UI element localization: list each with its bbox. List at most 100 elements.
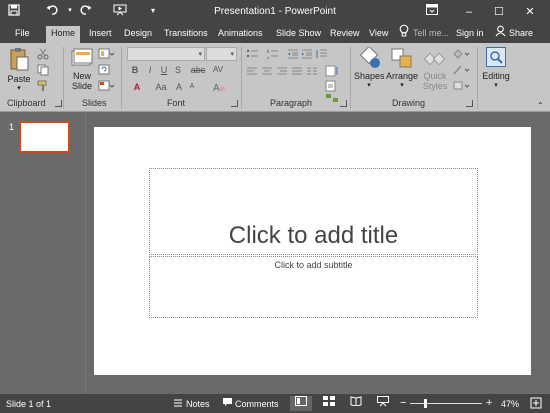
tab-design[interactable]: Design [124, 26, 152, 43]
arrange-button[interactable]: Arrange ▾ [386, 47, 418, 91]
slide-sorter-icon[interactable] [318, 396, 340, 411]
reading-view-icon[interactable] [345, 396, 367, 411]
undo-dropdown-icon[interactable]: ▾ [62, 4, 78, 18]
lightbulb-icon[interactable] [399, 24, 409, 41]
align-text-icon[interactable] [325, 80, 339, 94]
close-button[interactable]: ✕ [516, 3, 544, 21]
slide-thumbnail[interactable] [19, 121, 70, 153]
copy-icon[interactable] [37, 64, 51, 78]
zoom-level[interactable]: 47% [501, 399, 519, 409]
share-button[interactable]: Share [509, 26, 533, 43]
bullets-icon[interactable] [246, 49, 262, 61]
ribbon-display-icon[interactable] [418, 3, 446, 21]
title-placeholder[interactable]: Click to add title [149, 168, 478, 255]
comments-button[interactable]: Comments [235, 399, 279, 409]
maximize-button[interactable]: ☐ [485, 3, 513, 21]
zoom-slider-thumb[interactable] [424, 399, 427, 408]
paragraph-launcher-icon[interactable] [340, 100, 347, 107]
subtitle-placeholder[interactable]: Click to add subtitle [149, 256, 478, 318]
numbering-icon[interactable] [266, 49, 282, 61]
new-slide-button[interactable]: New Slide [68, 47, 96, 91]
redo-icon[interactable] [78, 4, 94, 20]
collapse-ribbon-icon[interactable]: ⌃ [537, 101, 544, 110]
font-family-dropdown[interactable]: ▾ [127, 47, 205, 61]
ribbon-home: Paste ▾ Clipboard New Slide Slides ▾ ▾ B… [0, 43, 550, 112]
sign-in-link[interactable]: Sign in [456, 26, 484, 43]
shape-fill-icon[interactable] [452, 49, 470, 61]
slide-canvas: Click to add title Click to add subtitle [94, 127, 531, 375]
user-icon[interactable] [495, 24, 506, 41]
title-placeholder-text: Click to add title [228, 222, 399, 249]
slideshow-view-icon[interactable] [372, 396, 394, 411]
editing-button[interactable]: Editing ▾ [481, 47, 511, 91]
notes-icon[interactable] [173, 397, 183, 410]
customize-toolbar-icon[interactable]: ▾ [145, 4, 161, 18]
clipboard-launcher-icon[interactable] [55, 100, 62, 107]
grow-font-button[interactable]: A [173, 82, 185, 92]
notes-button[interactable]: Notes [186, 399, 210, 409]
tab-slide-show[interactable]: Slide Show [276, 26, 321, 43]
layout-icon[interactable] [98, 48, 115, 62]
character-spacing-button[interactable]: AV [210, 65, 226, 74]
arrange-dropdown-icon: ▾ [400, 82, 404, 89]
quick-styles-button[interactable]: Quick Styles [420, 47, 450, 91]
quick-styles-icon [423, 52, 446, 66]
underline-button[interactable]: U [157, 65, 171, 75]
shrink-font-button[interactable]: A [186, 83, 198, 90]
zoom-in-button[interactable]: + [486, 397, 492, 409]
align-left-icon[interactable] [246, 67, 258, 79]
cut-icon[interactable] [37, 48, 49, 62]
fit-to-window-icon[interactable] [530, 397, 542, 411]
tab-review[interactable]: Review [330, 26, 360, 43]
zoom-slider-track[interactable] [410, 403, 482, 404]
status-bar: Slide 1 of 1 Notes Comments − + 47% [0, 394, 550, 413]
line-spacing-icon[interactable] [316, 49, 328, 61]
section-icon[interactable] [98, 80, 115, 94]
tab-home[interactable]: Home [46, 26, 81, 43]
normal-view-icon[interactable] [290, 396, 312, 411]
minimize-button[interactable]: – [455, 3, 483, 21]
drawing-launcher-icon[interactable] [466, 100, 473, 107]
undo-icon[interactable] [44, 4, 60, 20]
tab-animations[interactable]: Animations [218, 26, 263, 43]
bold-button[interactable]: B [128, 65, 142, 75]
paste-dropdown-icon[interactable]: ▾ [6, 84, 32, 94]
divider [241, 47, 242, 109]
save-icon[interactable] [6, 4, 22, 20]
reset-slide-icon[interactable] [98, 64, 110, 78]
tell-me-box[interactable]: Tell me... [413, 26, 449, 43]
tab-transitions[interactable]: Transitions [164, 26, 208, 43]
chevron-down-icon: ▾ [230, 51, 234, 58]
slideshow-from-start-icon[interactable] [112, 4, 128, 20]
shadow-button[interactable]: S [171, 65, 185, 75]
font-color-button[interactable]: A [128, 82, 146, 92]
arrange-icon [391, 48, 412, 68]
columns-icon[interactable] [306, 67, 318, 79]
strikethrough-button[interactable]: abc [189, 65, 207, 75]
justify-icon[interactable] [291, 67, 303, 79]
font-size-dropdown[interactable]: ▾ [206, 47, 237, 61]
paste-button[interactable]: Paste ▾ [6, 47, 32, 94]
font-launcher-icon[interactable] [231, 100, 238, 107]
slide-thumbnail-pane [0, 112, 86, 394]
align-center-icon[interactable] [261, 67, 273, 79]
quick-styles-label: Quick [423, 71, 447, 81]
format-painter-icon[interactable] [37, 80, 49, 94]
increase-indent-icon[interactable] [301, 49, 313, 61]
clear-formatting-icon[interactable]: A [212, 81, 226, 95]
italic-button[interactable]: I [143, 65, 157, 75]
decrease-indent-icon[interactable] [287, 49, 299, 61]
shape-outline-icon[interactable] [452, 65, 470, 77]
text-direction-icon[interactable] [325, 65, 339, 79]
tab-view[interactable]: View [369, 26, 388, 43]
shape-effects-icon[interactable] [452, 81, 470, 93]
tab-insert[interactable]: Insert [89, 26, 112, 43]
change-case-button[interactable]: Aa [153, 82, 169, 92]
smartart-icon[interactable] [325, 93, 339, 105]
tab-file[interactable]: File [15, 26, 30, 43]
comments-icon[interactable] [222, 397, 233, 410]
align-right-icon[interactable] [276, 67, 288, 79]
subtitle-placeholder-text: Click to add subtitle [274, 260, 353, 270]
shapes-button[interactable]: Shapes ▾ [354, 45, 385, 91]
zoom-out-button[interactable]: − [400, 397, 406, 409]
